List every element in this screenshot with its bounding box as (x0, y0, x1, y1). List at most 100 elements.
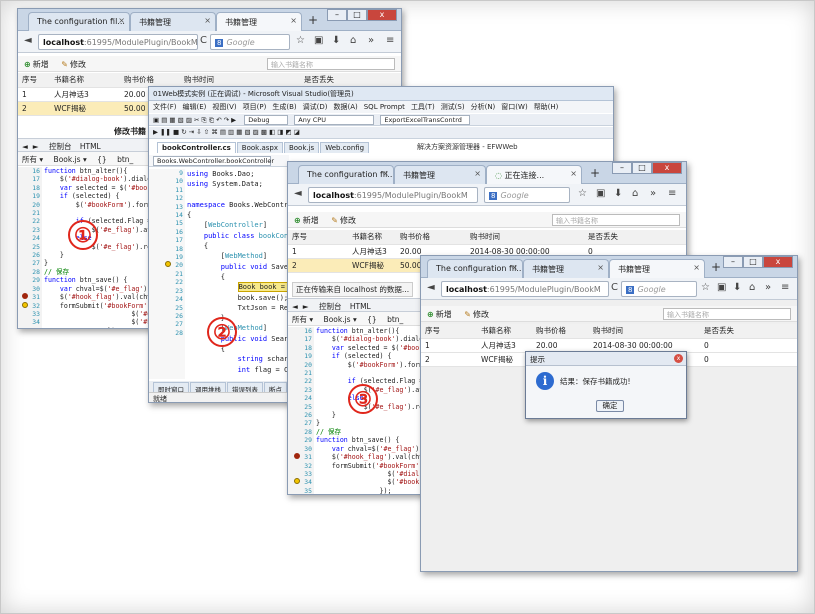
col-no[interactable]: 序号 (288, 230, 348, 245)
code-line[interactable]: { (187, 272, 287, 282)
col-lost[interactable]: 是否丢失 (584, 230, 686, 245)
code-line[interactable]: namespace Books.WebController (187, 200, 287, 210)
add-button[interactable]: ⊕ 新增 (24, 60, 49, 69)
line-number[interactable]: 19 (149, 253, 183, 261)
back-arrow-icon[interactable]: ◄ (24, 35, 32, 46)
line-number[interactable]: 19 (288, 352, 312, 360)
line-number[interactable]: 28 (288, 428, 312, 436)
line-number[interactable]: 22 (288, 377, 312, 385)
line-number[interactable]: 18 (288, 344, 312, 352)
table-row[interactable]: 1 人月神话3 20.00 2014-08-30 00:00:00 0 (421, 338, 797, 353)
script-select[interactable]: Book.js ▾ (324, 315, 357, 324)
line-number[interactable]: 21 (18, 209, 40, 217)
line-number[interactable]: 19 (18, 192, 40, 200)
col-price[interactable]: 购书价格 (120, 73, 180, 88)
tab-book-manage[interactable]: 书籍管理 × (523, 259, 609, 278)
function-crumb[interactable]: btn_ (117, 155, 133, 164)
line-number[interactable]: 25 (288, 403, 312, 411)
tab-configuration[interactable]: The configuration fil... × (427, 259, 523, 278)
line-number[interactable]: 20 (288, 361, 312, 369)
line-number[interactable]: 22 (149, 278, 183, 286)
line-number[interactable]: 32 (288, 462, 312, 470)
code-line[interactable] (187, 190, 287, 200)
line-number[interactable]: 13 (149, 203, 183, 211)
close-icon[interactable]: × (597, 263, 604, 272)
code-line[interactable]: Book book = GetModel (187, 282, 287, 293)
line-number[interactable]: 16 (149, 228, 183, 236)
new-tab-button[interactable]: + (711, 260, 721, 274)
col-lost[interactable]: 是否丢失 (700, 324, 797, 339)
edit-button[interactable]: ✎ 修改 (61, 60, 86, 69)
breakpoint-icon[interactable] (22, 293, 29, 300)
pretty-print-button[interactable]: {} (97, 155, 107, 164)
new-tab-button[interactable]: + (308, 13, 318, 27)
breakpoint-icon[interactable] (294, 453, 301, 460)
line-number[interactable]: 25 (149, 304, 183, 312)
menu-icon[interactable]: ≡ (668, 188, 676, 199)
code-editor[interactable]: using Books.Dao; using System.Data; names… (187, 169, 287, 379)
minimize-button[interactable]: – (612, 162, 632, 174)
menu-item[interactable]: 生成(B) (272, 103, 296, 111)
col-price[interactable]: 购书价格 (532, 324, 589, 339)
line-number[interactable]: 24 (18, 234, 40, 242)
platform-combo[interactable]: Any CPU (294, 115, 375, 125)
line-number[interactable]: 35 (288, 487, 312, 494)
close-window-button[interactable]: x (652, 162, 682, 174)
code-line[interactable]: public class bookController : Ab (187, 231, 287, 241)
line-number[interactable]: 31 (18, 293, 40, 301)
line-number[interactable]: 26 (288, 411, 312, 419)
reading-list-icon[interactable]: ▣ (314, 35, 323, 46)
close-icon[interactable]: × (382, 169, 389, 178)
close-window-button[interactable]: x (367, 9, 397, 21)
class-combo[interactable]: Books.WebController.bookController (153, 156, 274, 166)
target-combo[interactable]: ExportExcelTransContrd (380, 115, 471, 125)
line-number[interactable]: 22 (18, 217, 40, 225)
col-time[interactable]: 购书时间 (466, 230, 584, 245)
maximize-button[interactable]: □ (347, 9, 367, 21)
bookmark-star-icon[interactable]: ☆ (578, 188, 587, 199)
line-number[interactable]: 28 (149, 329, 183, 337)
search-input[interactable]: 8 Google (621, 281, 697, 297)
reload-icon[interactable]: C (200, 35, 207, 46)
code-line[interactable]: public void SaveBook() (187, 262, 287, 272)
line-number[interactable]: 14 (149, 211, 183, 219)
debug-toolbar-icons[interactable]: ▶ ❚❚ ■ ↻ ⇥ ⇩ ⇧ ⌘ ▤ ▥ ▦ ▧ ▨ ▩ ◧ ◨ ◩ ◪ (153, 128, 300, 136)
home-icon[interactable]: ⌂ (350, 35, 356, 46)
line-number[interactable]: 34 (18, 318, 40, 326)
menu-item[interactable]: 测试(S) (441, 103, 465, 111)
document-tab[interactable]: Web.config (320, 142, 370, 153)
code-line[interactable]: [WebController] (187, 220, 287, 230)
line-number[interactable]: 32 (18, 301, 40, 310)
line-number[interactable]: 31 (288, 453, 312, 461)
menu-item[interactable]: SQL Prompt (364, 103, 405, 111)
close-window-button[interactable]: x (763, 256, 793, 268)
line-number[interactable]: 30 (18, 285, 40, 293)
book-name-search[interactable]: 输入书籍名称 (267, 58, 395, 70)
add-button[interactable]: ⊕ 新增 (294, 216, 319, 225)
line-number[interactable]: 16 (288, 327, 312, 335)
line-number[interactable]: 15 (149, 219, 183, 227)
menu-item[interactable]: 工具(T) (411, 103, 435, 111)
menu-item[interactable]: 数据(A) (333, 103, 357, 111)
config-combo[interactable]: Debug (244, 115, 289, 125)
home-icon[interactable]: ⌂ (632, 188, 638, 199)
line-number[interactable]: 20 (149, 261, 183, 269)
code-line[interactable]: int flag = Convert.ToInt (187, 365, 287, 375)
code-line[interactable]: [WebMethod] (187, 251, 287, 261)
bookmark-star-icon[interactable]: ☆ (701, 282, 710, 293)
line-number[interactable]: 11 (149, 186, 183, 194)
line-number[interactable]: 33 (18, 310, 40, 318)
edit-button[interactable]: ✎ 修改 (331, 216, 356, 225)
code-line[interactable]: using System.Data; (187, 179, 287, 189)
reload-icon[interactable]: C (611, 282, 618, 293)
line-number[interactable]: 9 (149, 169, 183, 177)
address-input[interactable]: localhost:61995/ModulePlugin/BookM (441, 281, 609, 297)
menu-item[interactable]: 文件(F) (153, 103, 177, 111)
line-number[interactable]: 18 (149, 245, 183, 253)
code-line[interactable]: public void SearchBook() (187, 334, 287, 344)
menu-item[interactable]: 分析(N) (471, 103, 496, 111)
close-icon[interactable]: × (570, 169, 577, 178)
maximize-button[interactable]: □ (743, 256, 763, 268)
overflow-icon[interactable]: » (765, 282, 771, 293)
line-number[interactable]: 24 (149, 295, 183, 303)
